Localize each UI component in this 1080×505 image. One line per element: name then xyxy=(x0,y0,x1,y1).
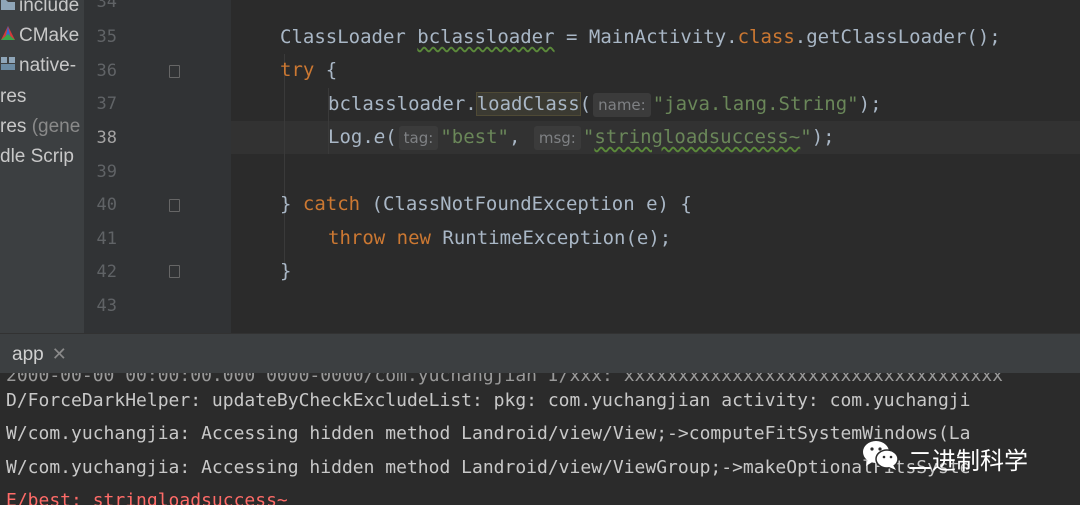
code-editor[interactable]: ClassLoader bclassloader = MainActivity.… xyxy=(231,0,1080,333)
line-number: 36 xyxy=(96,61,117,81)
tree-item-label: native- xyxy=(19,55,77,77)
line-number-current: 38 xyxy=(96,128,117,148)
tree-item-label: CMake xyxy=(19,25,80,47)
run-toolwindow-header: app ✕ xyxy=(0,333,1080,374)
wechat-icon xyxy=(862,439,900,477)
project-tree: include CMake native- res res (gene dle … xyxy=(0,0,84,333)
tree-item-native[interactable]: native- xyxy=(0,51,76,81)
line-number: 39 xyxy=(96,162,117,182)
folder-icon xyxy=(0,0,16,21)
cmake-icon xyxy=(0,21,16,51)
line-number: 41 xyxy=(96,229,117,249)
log-line: W/com.yuchangjia: Accessing hidden metho… xyxy=(6,457,971,478)
indent-guide xyxy=(284,54,285,280)
code-line-35: ClassLoader bclassloader = MainActivity.… xyxy=(280,26,1001,48)
watermark-text: 二进制科学 xyxy=(908,446,1028,475)
logcat-panel[interactable]: 2000-00-00 00:00:00.000 0000-0000/com.yu… xyxy=(0,373,1080,505)
line-number: 43 xyxy=(96,296,117,316)
fold-marker-icon[interactable] xyxy=(169,199,180,212)
code-line-41: throw new RuntimeException(e); xyxy=(328,227,672,249)
tree-item-cmake[interactable]: CMake xyxy=(0,21,79,51)
tree-item-suffix: (gene xyxy=(31,116,81,137)
tab-app[interactable]: app ✕ xyxy=(0,334,67,374)
code-line-37: bclassloader.loadClass(name: "java.lang.S… xyxy=(328,92,882,117)
fold-marker-icon[interactable] xyxy=(169,65,180,78)
tree-item-include[interactable]: include xyxy=(0,0,79,21)
tree-item-label: res xyxy=(0,86,27,107)
tree-item-label: dle Scrip xyxy=(0,146,74,167)
log-line: D/ForceDarkHelper: updateByCheckExcludeL… xyxy=(6,390,971,411)
param-hint: tag: xyxy=(398,125,439,150)
tree-item-label: res xyxy=(0,116,27,137)
line-number: 42 xyxy=(96,262,117,282)
tab-label: app xyxy=(12,344,44,365)
editor-gutter: 34 35 36 37 38 39 40 41 42 43 xyxy=(84,0,231,333)
log-line-error: E/best: stringloadsuccess~ xyxy=(6,490,288,505)
code-line-38: Log.e(tag: "best", msg: "stringloadsuccess… xyxy=(328,125,835,150)
tree-item-res[interactable]: res xyxy=(0,82,26,112)
tree-item-gradle-scripts[interactable]: dle Scrip xyxy=(0,142,74,172)
code-line-40: } catch (ClassNotFoundException e) { xyxy=(280,193,692,215)
param-hint: name: xyxy=(593,92,651,117)
watermark: 二进制科学 xyxy=(862,440,1028,476)
line-number: 35 xyxy=(96,27,117,47)
line-number: 34 xyxy=(96,0,117,12)
close-icon[interactable]: ✕ xyxy=(52,344,67,364)
line-number: 37 xyxy=(96,94,117,114)
code-line-36: try { xyxy=(280,59,338,81)
line-number: 40 xyxy=(96,195,117,215)
method-highlight: loadClass xyxy=(475,92,581,116)
fold-marker-icon[interactable] xyxy=(169,265,180,278)
code-line-42: } xyxy=(280,260,292,282)
param-hint: msg: xyxy=(533,125,581,150)
tree-item-label: include xyxy=(19,0,80,17)
tree-item-res-generated[interactable]: res (gene xyxy=(0,112,80,142)
log-line: W/com.yuchangjia: Accessing hidden metho… xyxy=(6,423,971,444)
library-icon xyxy=(0,51,16,81)
